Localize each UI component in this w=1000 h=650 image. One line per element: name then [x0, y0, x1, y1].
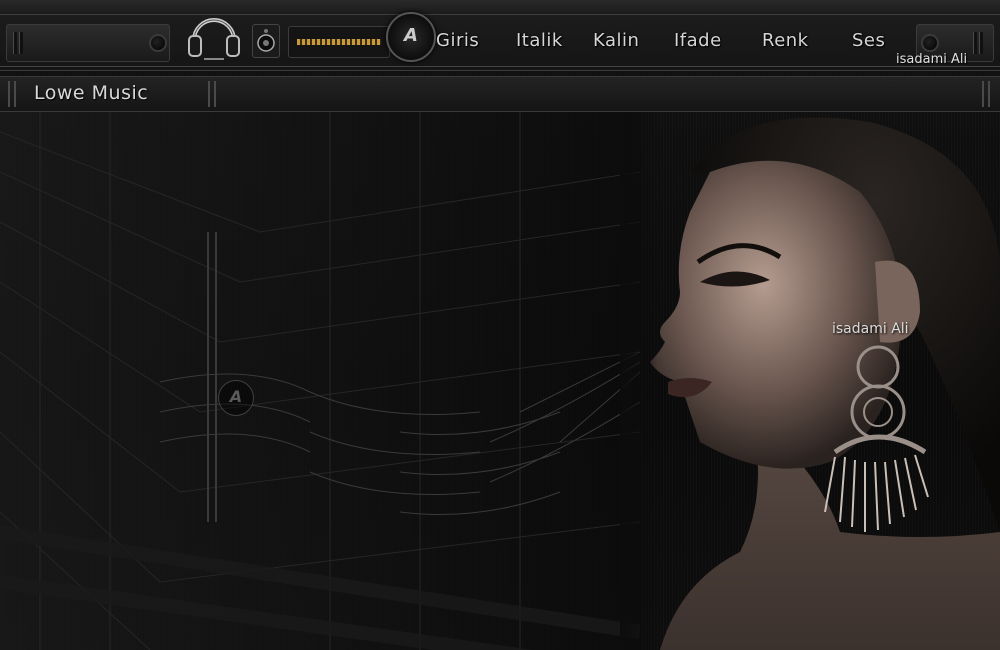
equalizer-bar [297, 39, 381, 45]
grip-handle [14, 81, 16, 107]
headphones-icon [188, 18, 240, 60]
signature-top: isadami Ali [896, 52, 968, 67]
grip-handle [208, 81, 210, 107]
menu-item-ifade[interactable]: Ifade [674, 30, 722, 51]
grip-handle [19, 32, 23, 54]
bottom-rail-line [0, 66, 1000, 67]
menu-item-giris[interactable]: Giris [436, 30, 479, 51]
watermark-letter: A [229, 387, 243, 406]
grip-handle [982, 81, 984, 107]
architecture-background [0, 112, 640, 650]
grip-handle [214, 81, 216, 107]
menu-item-ses[interactable]: Ses [852, 30, 885, 51]
grip-handle [988, 81, 990, 107]
knob-icon[interactable] [921, 34, 939, 52]
top-menu-bar: A Giris Italik Kalin Ifade Renk Ses isad… [0, 0, 1000, 71]
grip-handle [8, 81, 10, 107]
menu-item-italik[interactable]: Italik [516, 30, 563, 51]
site-title: Lowe Music [34, 82, 149, 104]
signature-earring: isadami Ali [832, 321, 909, 337]
top-rail-line [0, 14, 1000, 15]
speaker-icon [252, 24, 280, 58]
title-bar: Lowe Music [0, 76, 1000, 112]
left-control-panel [6, 24, 170, 62]
portrait-image [620, 112, 1000, 650]
grip-handle [13, 32, 17, 54]
content-area: A isadami Ali [0, 112, 1000, 650]
menu-item-renk[interactable]: Renk [762, 30, 809, 51]
menu-item-kalin[interactable]: Kalin [593, 30, 639, 51]
grip-handle [979, 32, 983, 54]
logo-letter: A [404, 25, 418, 46]
vertical-divider [207, 232, 217, 522]
equalizer-icon [288, 26, 390, 58]
grip-handle [973, 32, 977, 54]
knob-icon[interactable] [149, 34, 167, 52]
watermark-logo-icon: A [218, 380, 254, 416]
logo-a-icon[interactable]: A [386, 12, 436, 62]
